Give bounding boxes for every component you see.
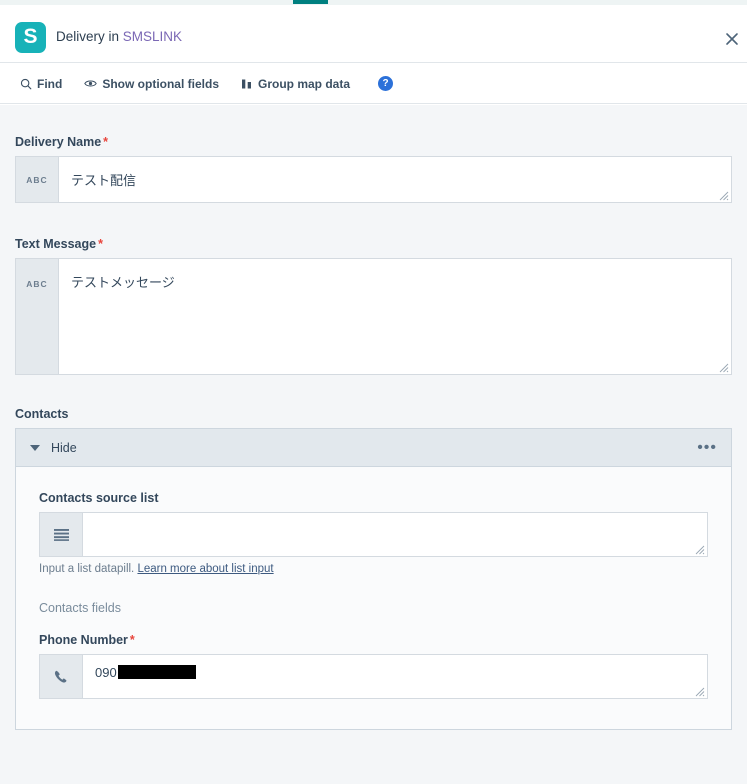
show-optional-fields-label: Show optional fields bbox=[102, 76, 219, 91]
contacts-source-list-input-row[interactable] bbox=[39, 512, 708, 557]
delivery-name-field-group: Delivery Name * ABC テスト配信 bbox=[15, 135, 732, 203]
search-icon bbox=[20, 78, 32, 90]
text-message-label: Text Message * bbox=[15, 237, 732, 251]
bar-chart-icon bbox=[241, 78, 253, 90]
contacts-source-list-hint: Input a list datapill. Learn more about … bbox=[39, 563, 708, 575]
contacts-section-label: Contacts bbox=[15, 407, 69, 421]
contacts-source-list-group: Contacts source list Input a list datapi… bbox=[39, 491, 708, 575]
text-message-textarea[interactable]: テストメッセージ bbox=[59, 259, 731, 374]
delivery-name-label: Delivery Name * bbox=[15, 135, 732, 149]
text-message-field-group: Text Message * ABC テストメッセージ bbox=[15, 237, 732, 375]
eye-icon bbox=[84, 78, 98, 89]
contacts-section: Contacts Hide ••• Contacts source list I… bbox=[15, 407, 732, 730]
toolbar: Find Show optional fields Group map data… bbox=[0, 64, 747, 104]
contacts-panel-header[interactable]: Hide ••• bbox=[16, 429, 731, 467]
group-map-data-button[interactable]: Group map data bbox=[241, 77, 350, 91]
find-button[interactable]: Find bbox=[20, 77, 62, 91]
contacts-source-list-label: Contacts source list bbox=[39, 491, 159, 505]
contacts-panel-toggle-label: Hide bbox=[51, 440, 77, 455]
text-message-required-marker: * bbox=[98, 237, 103, 251]
learn-more-list-input-link[interactable]: Learn more about list input bbox=[137, 563, 273, 575]
contacts-panel-body: Contacts source list Input a list datapi… bbox=[16, 467, 731, 729]
active-tab-indicator bbox=[293, 0, 328, 4]
contacts-fields-subheading: Contacts fields bbox=[39, 601, 121, 615]
text-message-label-text: Text Message bbox=[15, 237, 97, 251]
contacts-panel-menu-icon[interactable]: ••• bbox=[697, 439, 717, 455]
page-title-prefix: Delivery in bbox=[56, 29, 123, 44]
show-optional-fields-button[interactable]: Show optional fields bbox=[84, 77, 219, 91]
contacts-panel: Hide ••• Contacts source list Input a li… bbox=[15, 428, 732, 730]
close-icon[interactable] bbox=[720, 27, 744, 51]
chevron-down-icon[interactable] bbox=[30, 444, 40, 451]
text-message-input-row[interactable]: ABC テストメッセージ bbox=[15, 258, 732, 375]
delivery-name-label-text: Delivery Name bbox=[15, 135, 102, 149]
page-title-brand: SMSLINK bbox=[122, 29, 183, 44]
page-title: Delivery in SMSLINK bbox=[56, 29, 182, 44]
contacts-source-list-hint-text: Input a list datapill. bbox=[39, 563, 138, 575]
phone-number-label-text: Phone Number bbox=[39, 633, 128, 647]
smslink-logo-icon: S bbox=[15, 22, 46, 53]
form-body: Delivery Name * ABC テスト配信 Text Message * A… bbox=[0, 105, 747, 784]
phone-number-required-marker: * bbox=[129, 633, 135, 647]
redaction-bar bbox=[117, 665, 196, 679]
delivery-name-input[interactable]: テスト配信 bbox=[59, 157, 731, 202]
phone-number-label: Phone Number * bbox=[39, 633, 708, 647]
abc-type-icon: ABC bbox=[16, 157, 59, 202]
phone-number-field-group: Phone Number * 090 bbox=[39, 633, 708, 699]
abc-type-icon: ABC bbox=[16, 259, 59, 374]
delivery-name-input-row[interactable]: ABC テスト配信 bbox=[15, 156, 732, 203]
phone-number-input[interactable]: 090 bbox=[83, 655, 707, 698]
contacts-source-list-input[interactable] bbox=[83, 513, 707, 556]
phone-number-value: 090 bbox=[95, 665, 117, 680]
help-icon[interactable]: ? bbox=[378, 76, 394, 91]
group-map-data-label: Group map data bbox=[258, 76, 351, 91]
list-icon bbox=[40, 513, 83, 556]
phone-number-input-row[interactable]: 090 bbox=[39, 654, 708, 699]
window-header: S Delivery in SMSLINK bbox=[0, 5, 747, 63]
delivery-name-required-marker: * bbox=[103, 135, 109, 149]
find-label: Find bbox=[37, 76, 63, 91]
phone-icon bbox=[40, 655, 83, 698]
